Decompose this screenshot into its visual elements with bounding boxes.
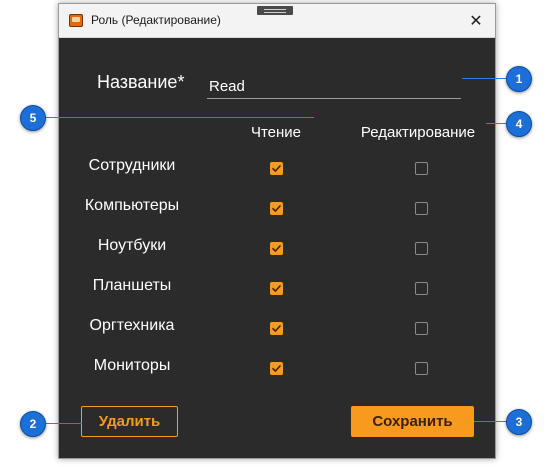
callout-1: 1	[506, 66, 532, 92]
edit-checkbox[interactable]	[415, 282, 428, 295]
callout-3: 3	[506, 409, 532, 435]
row-label: Оргтехника	[89, 317, 175, 334]
read-column-header: Чтение	[250, 124, 302, 141]
edit-checkbox[interactable]	[415, 322, 428, 335]
row-label: Компьютеры	[84, 197, 180, 214]
row-label: Ноутбуки	[97, 237, 167, 254]
drag-handle-icon[interactable]	[257, 6, 293, 15]
edit-checkbox[interactable]	[415, 242, 428, 255]
row-label: Мониторы	[93, 357, 171, 374]
callout-2-line	[44, 423, 82, 424]
read-checkbox[interactable]	[270, 322, 283, 335]
role-edit-window: Роль (Редактирование) ✕ Название* Чтение…	[58, 3, 496, 459]
name-input[interactable]	[207, 74, 461, 99]
edit-checkbox[interactable]	[415, 162, 428, 175]
callout-4: 4	[506, 111, 532, 137]
read-checkbox[interactable]	[270, 162, 283, 175]
read-checkbox[interactable]	[270, 362, 283, 375]
name-label: Название*	[97, 72, 185, 92]
callout-1-line	[462, 78, 506, 79]
callout-4-line	[486, 123, 506, 124]
callout-3-line	[474, 421, 506, 422]
callout-2: 2	[20, 411, 46, 437]
edit-column-header: Редактирование	[360, 124, 476, 141]
save-button[interactable]: Сохранить	[351, 406, 474, 437]
edit-checkbox[interactable]	[415, 202, 428, 215]
app-icon	[69, 14, 83, 27]
title-bar[interactable]: Роль (Редактирование) ✕	[59, 4, 495, 38]
close-button[interactable]: ✕	[465, 10, 487, 32]
callout-5: 5	[20, 105, 46, 131]
delete-button[interactable]: Удалить	[81, 406, 178, 437]
read-checkbox[interactable]	[270, 282, 283, 295]
read-checkbox[interactable]	[270, 202, 283, 215]
callout-5-line	[44, 117, 314, 118]
row-label: Сотрудники	[88, 157, 176, 174]
read-checkbox[interactable]	[270, 242, 283, 255]
window-title: Роль (Редактирование)	[91, 13, 221, 27]
row-label: Планшеты	[92, 277, 172, 294]
edit-checkbox[interactable]	[415, 362, 428, 375]
